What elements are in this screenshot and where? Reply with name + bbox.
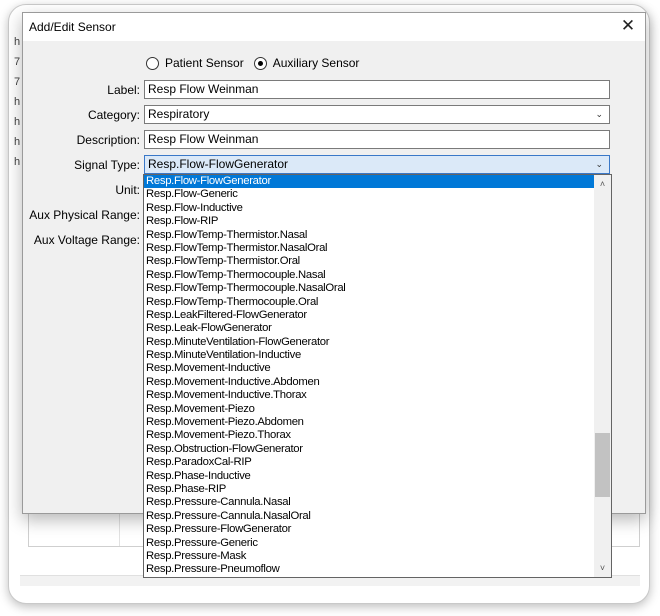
signal-type-select[interactable]: Resp.Flow-FlowGenerator ⌄ [144, 155, 610, 174]
radio-checked-icon [253, 56, 267, 70]
unit-caption: Unit: [115, 183, 140, 197]
dropdown-option[interactable]: Resp.FlowTemp-Thermistor.NasalOral [144, 242, 595, 255]
signal-type-value: Resp.Flow-FlowGenerator [148, 157, 289, 171]
category-caption: Category: [87, 108, 140, 122]
signal-type-dropdown-list[interactable]: Resp.Flow-FlowGenerator Resp.Flow-Generic… [143, 174, 612, 578]
background-left-column: h77hhhh [14, 36, 20, 176]
category-select[interactable]: Respiratory ⌄ [144, 105, 610, 124]
dropdown-option[interactable]: Resp.MinuteVentilation-FlowGenerator [144, 336, 595, 349]
dropdown-option[interactable]: Resp.MinuteVentilation-Inductive [144, 349, 595, 362]
dropdown-option[interactable]: Resp.Pressure-Mask [144, 550, 595, 563]
description-input[interactable]: Resp Flow Weinman [144, 130, 610, 149]
dropdown-option[interactable]: Resp.FlowTemp-Thermistor.Oral [144, 255, 595, 268]
dropdown-option[interactable]: Resp.Flow-FlowGenerator [144, 175, 595, 189]
dropdown-option[interactable]: Resp.Phase-Inductive [144, 470, 595, 483]
sensor-type-radio-group: Patient Sensor Auxiliary Sensor [146, 56, 369, 70]
auxiliary-sensor-label: Auxiliary Sensor [272, 56, 360, 70]
aux-physical-range-caption: Aux Physical Range: [29, 208, 140, 222]
radio-unchecked-icon [146, 56, 159, 70]
category-value: Respiratory [148, 107, 210, 121]
dropdown-option[interactable]: Resp.FlowTemp-Thermocouple.Nasal [144, 269, 595, 282]
close-button[interactable]: ✕ [611, 13, 645, 41]
dropdown-option[interactable]: Resp.LeakFiltered-FlowGenerator [144, 309, 595, 322]
dropdown-option[interactable]: Resp.Flow-Inductive [144, 202, 595, 215]
dialog-title: Add/Edit Sensor [29, 20, 116, 34]
dropdown-option[interactable]: Resp.FlowTemp-Thermistor.Nasal [144, 229, 595, 242]
dropdown-option[interactable]: Resp.Movement-Piezo.Abdomen [144, 416, 595, 429]
label-input[interactable]: Resp Flow Weinman [144, 80, 610, 99]
dialog-titlebar: Add/Edit Sensor ✕ [23, 13, 645, 41]
background-row-char: h [14, 36, 21, 48]
dropdown-option[interactable]: Resp.Pressure-Pneumoflow [144, 563, 595, 576]
chevron-down-icon: ⌄ [595, 109, 603, 119]
dropdown-option[interactable]: Resp.Flow-RIP [144, 215, 595, 228]
dropdown-scrollbar[interactable]: ˄ ˅ [594, 175, 611, 577]
patient-sensor-radio[interactable]: Patient Sensor [146, 56, 244, 70]
chevron-up-icon[interactable]: ˄ [594, 177, 611, 191]
dropdown-option[interactable]: Resp.Obstruction-FlowGenerator [144, 443, 595, 456]
background-row-char: 7 [14, 56, 21, 68]
dropdown-option[interactable]: Resp.Movement-Piezo.Thorax [144, 429, 595, 442]
dropdown-option[interactable]: Resp.ParadoxCal-RIP [144, 456, 595, 469]
dropdown-option[interactable]: Resp.Movement-Inductive [144, 362, 595, 375]
scrollbar-thumb[interactable] [595, 433, 610, 497]
dropdown-items: Resp.Flow-FlowGenerator Resp.Flow-Generic… [144, 175, 595, 577]
dropdown-option[interactable]: Resp.Movement-Inductive.Thorax [144, 389, 595, 402]
dropdown-option[interactable]: Resp.Movement-Piezo [144, 403, 595, 416]
description-caption: Description: [76, 133, 140, 147]
dropdown-option[interactable]: Resp.Leak-FlowGenerator [144, 322, 595, 335]
aux-voltage-range-caption: Aux Voltage Range: [33, 233, 140, 247]
dropdown-option[interactable]: Resp.Flow-Generic [144, 188, 595, 201]
dropdown-option[interactable]: Resp.FlowTemp-Thermocouple.Oral [144, 296, 595, 309]
auxiliary-sensor-radio[interactable]: Auxiliary Sensor [253, 56, 360, 70]
dropdown-option[interactable]: Resp.Pressure-FlowGenerator [144, 523, 595, 536]
chevron-down-icon: ⌄ [595, 159, 603, 169]
dropdown-option[interactable]: Resp.Pressure-Cannula.NasalOral [144, 510, 595, 523]
dropdown-option[interactable]: Resp.Pressure-Generic [144, 537, 595, 550]
patient-sensor-label: Patient Sensor [165, 56, 244, 70]
label-caption: Label: [107, 83, 140, 97]
close-icon: ✕ [620, 16, 636, 35]
chevron-down-icon[interactable]: ˅ [594, 561, 611, 575]
dropdown-option[interactable]: Resp.FlowTemp-Thermocouple.NasalOral [144, 282, 595, 295]
dropdown-option[interactable]: Resp.Movement-Inductive.Abdomen [144, 376, 595, 389]
dropdown-option[interactable]: Resp.Phase-RIP [144, 483, 595, 496]
dropdown-option[interactable]: Resp.Pressure-Cannula.Nasal [144, 496, 595, 509]
signal-type-caption: Signal Type: [74, 158, 140, 172]
